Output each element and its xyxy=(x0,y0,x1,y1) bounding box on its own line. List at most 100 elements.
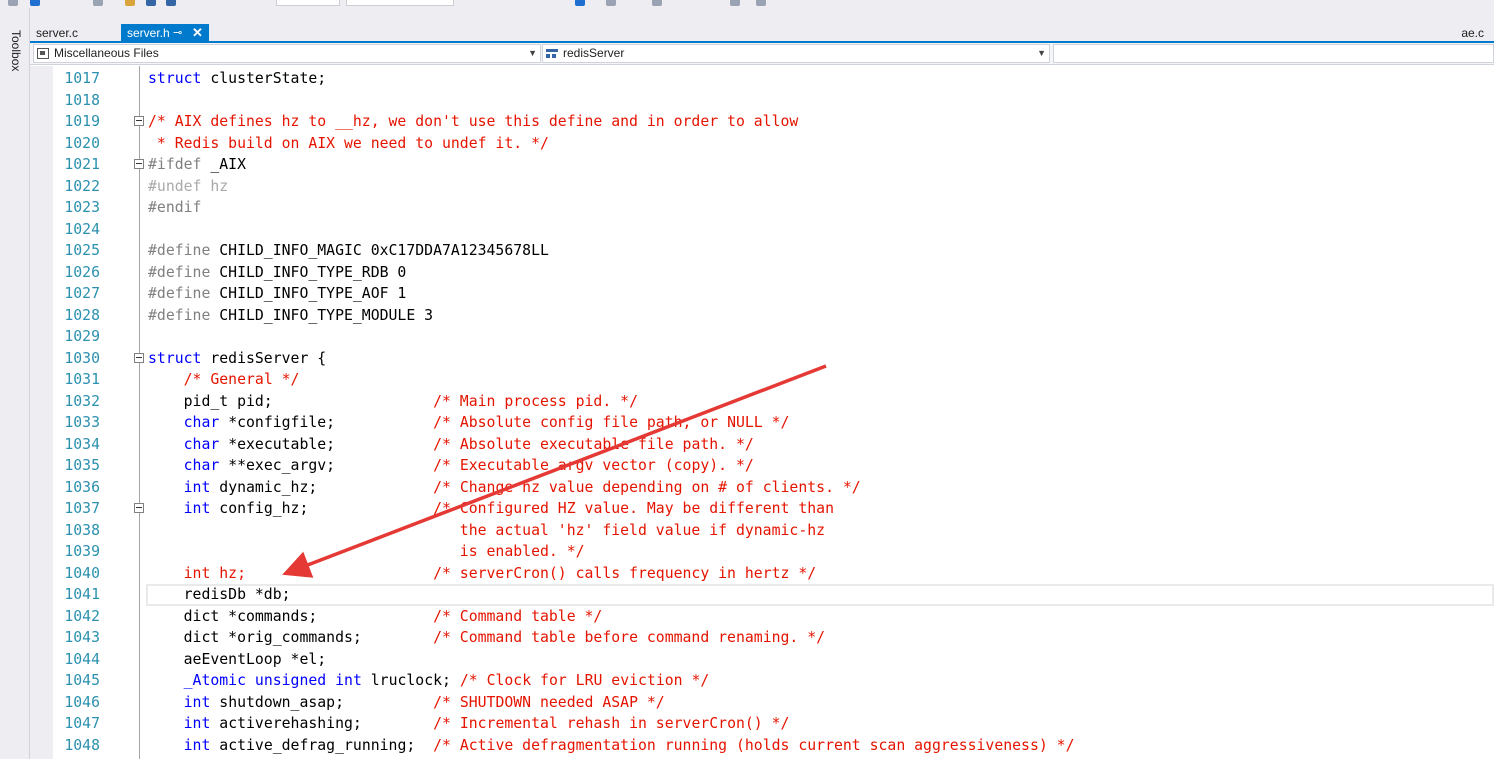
toolbar-icon-b[interactable] xyxy=(652,0,662,6)
project-dropdown[interactable]: Miscellaneous Files ▼ xyxy=(33,44,541,63)
code-line[interactable]: 1035 char **exec_argv; /* Executable arg… xyxy=(30,455,1494,477)
code-text[interactable]: dict *commands; /* Command table */ xyxy=(148,606,603,628)
close-icon[interactable]: ✕ xyxy=(192,24,203,42)
platform-dropdown[interactable] xyxy=(346,0,454,6)
code-text[interactable]: int activerehashing; /* Incremental reha… xyxy=(148,713,790,735)
code-line[interactable]: 1019 /* AIX defines hz to __hz, we don't … xyxy=(30,111,1494,133)
code-line[interactable]: 1048 int active_defrag_running; /* Activ… xyxy=(30,735,1494,757)
code-text[interactable]: #endif xyxy=(148,197,201,219)
code-line[interactable]: 1020 * Redis build on AIX we need to und… xyxy=(30,133,1494,155)
code-text[interactable]: pid_t pid; /* Main process pid. */ xyxy=(148,391,638,413)
code-text[interactable]: int hz; /* serverCron() calls frequency … xyxy=(148,563,817,585)
code-line[interactable]: 1040 int hz; /* serverCron() calls frequ… xyxy=(30,563,1494,585)
code-line[interactable]: 1021 #ifdef _AIX xyxy=(30,154,1494,176)
line-number: 1040 xyxy=(64,564,100,582)
code-line[interactable]: 1023 #endif xyxy=(30,197,1494,219)
code-text[interactable]: is enabled. */ xyxy=(148,541,585,563)
code-line[interactable]: 1045 _Atomic unsigned int lruclock; /* C… xyxy=(30,670,1494,692)
code-line[interactable]: 1037 int config_hz; /* Configured HZ val… xyxy=(30,498,1494,520)
navigation-bar: Miscellaneous Files ▼ redisServer ▼ xyxy=(30,43,1494,65)
code-text[interactable]: int dynamic_hz; /* Change hz value depen… xyxy=(148,477,861,499)
code-line[interactable]: 1043 dict *orig_commands; /* Command tab… xyxy=(30,627,1494,649)
code-line[interactable]: 1031 /* General */ xyxy=(30,369,1494,391)
code-text[interactable]: dict *orig_commands; /* Command table be… xyxy=(148,627,825,649)
save-all-icon[interactable] xyxy=(166,0,176,6)
code-line[interactable]: 1033 char *configfile; /* Absolute confi… xyxy=(30,412,1494,434)
line-number: 1039 xyxy=(64,543,100,560)
collapse-icon[interactable] xyxy=(134,503,144,513)
code-line[interactable]: 1018 xyxy=(30,90,1494,112)
code-line[interactable]: 1044 aeEventLoop *el; xyxy=(30,649,1494,671)
code-text[interactable]: * Redis build on AIX we need to undef it… xyxy=(148,133,549,155)
code-text[interactable]: /* AIX defines hz to __hz, we don't use … xyxy=(148,111,798,133)
collapse-icon[interactable] xyxy=(134,116,144,126)
code-text[interactable]: int shutdown_asap; /* SHUTDOWN needed AS… xyxy=(148,692,665,714)
member-dropdown[interactable] xyxy=(1053,44,1494,63)
tab-label: server.h xyxy=(127,26,170,40)
code-line[interactable]: 1017 struct clusterState; xyxy=(30,68,1494,90)
code-line[interactable]: 1041 redisDb *db; xyxy=(30,584,1494,606)
code-line[interactable]: 1022 #undef hz xyxy=(30,176,1494,198)
forward-icon[interactable] xyxy=(30,0,40,6)
tab-server-h[interactable]: server.h ⊸ ✕ xyxy=(121,24,209,42)
code-line[interactable]: 1047 int activerehashing; /* Incremental… xyxy=(30,713,1494,735)
code-line[interactable]: 1028 #define CHILD_INFO_TYPE_MODULE 3 xyxy=(30,305,1494,327)
code-text[interactable]: aeEventLoop *el; xyxy=(148,649,327,671)
new-item-icon[interactable] xyxy=(93,0,103,6)
code-text[interactable]: #define CHILD_INFO_TYPE_RDB 0 xyxy=(148,262,406,284)
scope-dropdown[interactable]: redisServer ▼ xyxy=(542,44,1050,63)
line-number: 1033 xyxy=(64,414,100,431)
code-line[interactable]: 1029 xyxy=(30,326,1494,348)
toolbox-label[interactable]: Toolbox xyxy=(9,30,23,71)
start-icon[interactable] xyxy=(575,0,585,6)
code-text[interactable]: redisDb *db; xyxy=(148,584,291,606)
config-dropdown[interactable] xyxy=(276,0,340,6)
code-text[interactable]: struct clusterState; xyxy=(148,68,326,90)
collapse-icon[interactable] xyxy=(134,352,144,363)
toolbar-icon-c[interactable] xyxy=(730,0,740,6)
code-text[interactable]: the actual 'hz' field value if dynamic-h… xyxy=(148,520,825,542)
code-line[interactable]: 1036 int dynamic_hz; /* Change hz value … xyxy=(30,477,1494,499)
code-text[interactable]: char *configfile; /* Absolute config fil… xyxy=(148,412,790,434)
code-text[interactable]: #define CHILD_INFO_MAGIC 0xC17DDA7A12345… xyxy=(148,240,549,262)
line-number: 1048 xyxy=(64,736,100,754)
tab-ae-c[interactable]: ae.c xyxy=(1455,24,1484,42)
toolbox-panel-strip[interactable]: Toolbox xyxy=(0,8,30,759)
code-text[interactable]: int active_defrag_running; /* Active def… xyxy=(148,735,1075,757)
collapse-icon[interactable] xyxy=(134,159,144,169)
code-line[interactable]: 1038 the actual 'hz' field value if dyna… xyxy=(30,520,1494,542)
code-text[interactable]: char **exec_argv; /* Executable argv vec… xyxy=(148,455,754,477)
code-line[interactable]: 1034 char *executable; /* Absolute execu… xyxy=(30,434,1494,456)
project-icon xyxy=(37,48,49,59)
back-icon[interactable] xyxy=(8,0,18,6)
code-text[interactable]: int config_hz; /* Configured HZ value. M… xyxy=(148,498,834,520)
line-number: 1025 xyxy=(64,242,100,259)
code-text[interactable]: _Atomic unsigned int lruclock; /* Clock … xyxy=(148,670,710,692)
code-line[interactable]: 1025 #define CHILD_INFO_MAGIC 0xC17DDA7A1… xyxy=(30,240,1494,262)
save-icon[interactable] xyxy=(146,0,156,6)
pin-icon[interactable]: ⊸ xyxy=(173,24,182,42)
code-text[interactable]: struct redisServer { xyxy=(148,348,326,370)
code-text[interactable]: char *executable; /* Absolute executable… xyxy=(148,434,754,456)
open-folder-icon[interactable] xyxy=(125,0,135,6)
code-text[interactable]: #define CHILD_INFO_TYPE_MODULE 3 xyxy=(148,305,433,327)
code-line[interactable]: 1026 #define CHILD_INFO_TYPE_RDB 0 xyxy=(30,262,1494,284)
line-number: 1047 xyxy=(64,715,100,732)
code-text[interactable]: #undef hz xyxy=(148,176,228,198)
code-line[interactable]: 1024 xyxy=(30,219,1494,241)
code-text[interactable]: #ifdef _AIX xyxy=(148,154,246,176)
code-line[interactable]: 1042 dict *commands; /* Command table */ xyxy=(30,606,1494,628)
code-line[interactable]: 1030 struct redisServer { xyxy=(30,348,1494,370)
line-number: 1022 xyxy=(64,177,100,195)
code-text[interactable]: /* General */ xyxy=(148,369,300,391)
code-text[interactable]: #define CHILD_INFO_TYPE_AOF 1 xyxy=(148,283,406,305)
code-editor[interactable]: 1017 struct clusterState; 1018 1019 /* AIX d… xyxy=(30,66,1494,759)
toolbar-icon-a[interactable] xyxy=(606,0,616,6)
code-line[interactable]: 1027 #define CHILD_INFO_TYPE_AOF 1 xyxy=(30,283,1494,305)
code-line[interactable]: 1046 int shutdown_asap; /* SHUTDOWN need… xyxy=(30,692,1494,714)
tab-label: ae.c xyxy=(1461,26,1484,40)
bookmark-icon[interactable] xyxy=(756,0,766,6)
tab-server-c[interactable]: server.c xyxy=(30,24,118,42)
code-line[interactable]: 1032 pid_t pid; /* Main process pid. */ xyxy=(30,391,1494,413)
code-line[interactable]: 1039 is enabled. */ xyxy=(30,541,1494,563)
